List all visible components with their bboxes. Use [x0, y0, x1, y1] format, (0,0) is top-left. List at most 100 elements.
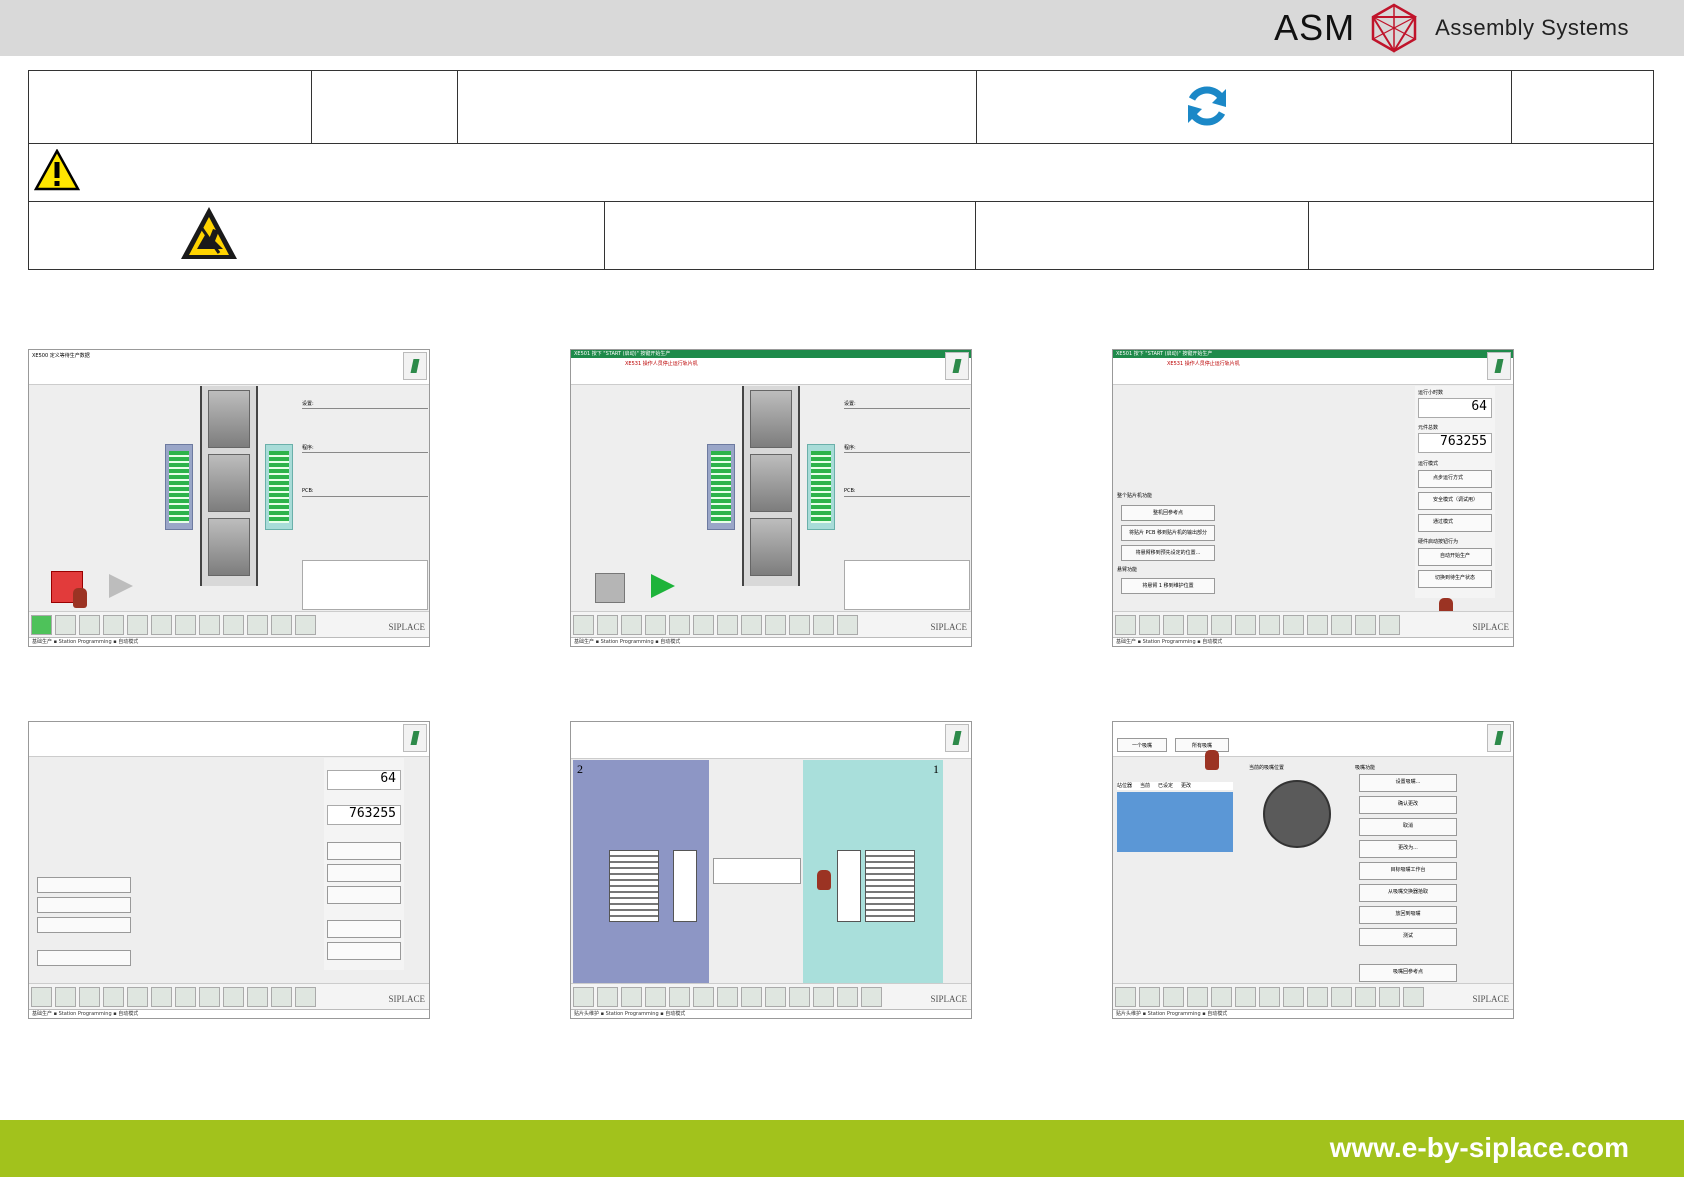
function-button[interactable]: 目标吸嘴工作台	[1359, 862, 1457, 880]
auto-start-radio[interactable]: 自动开始生产	[1418, 548, 1492, 566]
esd-warning-icon	[181, 207, 237, 259]
taskbar	[1113, 983, 1513, 1010]
pointer-hand-icon	[817, 870, 831, 890]
auto-start-radio[interactable]	[327, 920, 401, 938]
feeder-icon	[609, 850, 659, 922]
asm-logo: ASM Assembly Systems	[1274, 2, 1629, 54]
table-cell	[977, 71, 1513, 143]
info-icon[interactable]	[403, 724, 427, 752]
function-button[interactable]: 更改为...	[1359, 840, 1457, 858]
info-table-row-1	[28, 70, 1654, 144]
info-icon[interactable]	[403, 352, 427, 380]
field-label: 设置:	[844, 401, 856, 407]
function-button[interactable]: 放回到吸嘴	[1359, 906, 1457, 924]
status-bar: 基础生产 ▪ Station Programming ▪ 自动模式	[29, 637, 429, 646]
gantry-maintenance-button[interactable]: 将悬臂 1 移到维护位置	[1121, 578, 1215, 594]
move-gantry-button[interactable]: 将悬臂移到预先设定的位置...	[1121, 545, 1215, 561]
standby-radio[interactable]: 切换到待生产状态	[1418, 570, 1492, 588]
hours-display: 64	[1418, 398, 1492, 418]
home-all-button[interactable]	[37, 877, 131, 893]
column-header: 已设定	[1158, 783, 1174, 789]
count-display: 763255	[327, 805, 401, 825]
header-bar: ASM Assembly Systems	[0, 0, 1684, 56]
screen-header: 一个吸嘴 所有吸嘴	[1113, 722, 1513, 757]
taskbar	[571, 611, 971, 638]
gantry-number: 2	[577, 762, 583, 776]
move-pcb-button[interactable]	[37, 897, 131, 913]
function-button[interactable]: 确认更改	[1359, 796, 1457, 814]
column-header: 当前	[1140, 783, 1151, 789]
mode-checkbox[interactable]	[327, 864, 401, 882]
info-table-row-3	[28, 201, 1654, 270]
field-label: PCB:	[844, 488, 856, 494]
start-icon[interactable]	[107, 572, 135, 600]
function-button[interactable]: 设置吸嘴...	[1359, 774, 1457, 792]
mode-label: 运行模式	[1418, 461, 1439, 467]
nozzle-reference-button[interactable]: 吸嘴回参考点	[1359, 964, 1457, 982]
refresh-icon	[1187, 86, 1226, 126]
status-bar: 基础生产 ▪ Station Programming ▪ 自动模式	[1113, 637, 1513, 646]
message-bar: XE501 按下 "START (启动)" 按键开始生产	[571, 350, 971, 358]
screenshot-1: XE500 定义等待生产数据 设置: 程序: PCB: SIPLACE 基础生产…	[28, 349, 430, 647]
siplace-label: SIPLACE	[930, 622, 967, 632]
info-icon[interactable]	[1487, 724, 1511, 752]
all-nozzles-radio[interactable]: 所有吸嘴	[1175, 738, 1229, 752]
feeder-table-right	[265, 444, 293, 530]
mode-checkbox[interactable]	[327, 842, 401, 860]
pointer-hand-icon	[73, 588, 87, 608]
screen-header: XE500 定义等待生产数据	[29, 350, 429, 385]
screenshot-3: XE501 按下 "START (启动)" 按键开始生产 XE531 操作人员停…	[1112, 349, 1514, 647]
table-cell	[29, 71, 312, 143]
gantry-maintenance-button[interactable]	[37, 950, 131, 966]
screen-header	[571, 722, 971, 759]
taskbar	[29, 611, 429, 638]
section-title: 整个贴片机功能	[1117, 493, 1153, 499]
status-bar: 基础生产 ▪ Station Programming ▪ 自动模式	[571, 637, 971, 646]
function-button[interactable]: 测试	[1359, 928, 1457, 946]
function-button[interactable]: 取消	[1359, 818, 1457, 836]
mode-checkbox[interactable]: 通过模式	[1418, 514, 1492, 532]
move-gantry-button[interactable]	[37, 917, 131, 933]
move-pcb-button[interactable]: 将贴片 PCB 移到贴片机的输出部分	[1121, 525, 1215, 541]
field-label: 程序:	[302, 445, 314, 451]
asm-emblem-icon	[1371, 3, 1417, 53]
message-bar: XE501 按下 "START (启动)" 按键开始生产	[1113, 350, 1513, 358]
siplace-label: SIPLACE	[930, 994, 967, 1004]
count-label: 元件总数	[1418, 425, 1439, 431]
info-icon[interactable]	[945, 724, 969, 752]
info-icon[interactable]	[945, 352, 969, 380]
mode-checkbox[interactable]: 点步运行方式	[1418, 470, 1492, 488]
status-panel	[844, 560, 970, 610]
single-nozzle-radio[interactable]: 一个吸嘴	[1117, 738, 1167, 752]
table-cell	[312, 71, 459, 143]
stop-button[interactable]	[595, 573, 625, 603]
home-all-button[interactable]: 整机回参考点	[1121, 505, 1215, 521]
screenshot-2: XE501 按下 "START (启动)" 按键开始生产 XE531 操作人员停…	[570, 349, 972, 647]
taskbar	[571, 983, 971, 1010]
table-cell	[1512, 71, 1653, 143]
info-icon[interactable]	[1487, 352, 1511, 380]
field-label: 设置:	[302, 401, 314, 407]
screenshot-4: 64 763255 SIPLACE 基础生产 ▪ Station Program…	[28, 721, 430, 1019]
hours-display: 64	[327, 770, 401, 790]
nozzle-table[interactable]	[1117, 792, 1233, 852]
program-info-panel: 设置: 程序: PCB:	[844, 400, 970, 520]
nozzle-changer-icon	[837, 850, 861, 922]
function-button[interactable]: 从吸嘴交换器拾取	[1359, 884, 1457, 902]
mode-checkbox[interactable]: 安全模式（调试用）	[1418, 492, 1492, 510]
logo-subtext: Assembly Systems	[1435, 15, 1629, 40]
standby-radio[interactable]	[327, 942, 401, 960]
siplace-label: SIPLACE	[1472, 994, 1509, 1004]
mode-checkbox[interactable]	[327, 886, 401, 904]
table-cell	[1309, 201, 1653, 269]
feeder-table-right	[807, 444, 835, 530]
field-label: 程序:	[844, 445, 856, 451]
nozzle-changer-icon	[673, 850, 697, 922]
field-label: PCB:	[302, 488, 314, 494]
screen-header: XE501 按下 "START (启动)" 按键开始生产 XE531 操作人员停…	[1113, 350, 1513, 385]
pointer-hand-icon	[1205, 750, 1219, 770]
footer-url[interactable]: www.e-by-siplace.com	[1330, 1132, 1629, 1164]
start-icon[interactable]	[649, 572, 677, 600]
nozzle-table-header: 站位器 当前 已设定 更改	[1117, 782, 1233, 790]
conveyor-track	[742, 386, 800, 586]
